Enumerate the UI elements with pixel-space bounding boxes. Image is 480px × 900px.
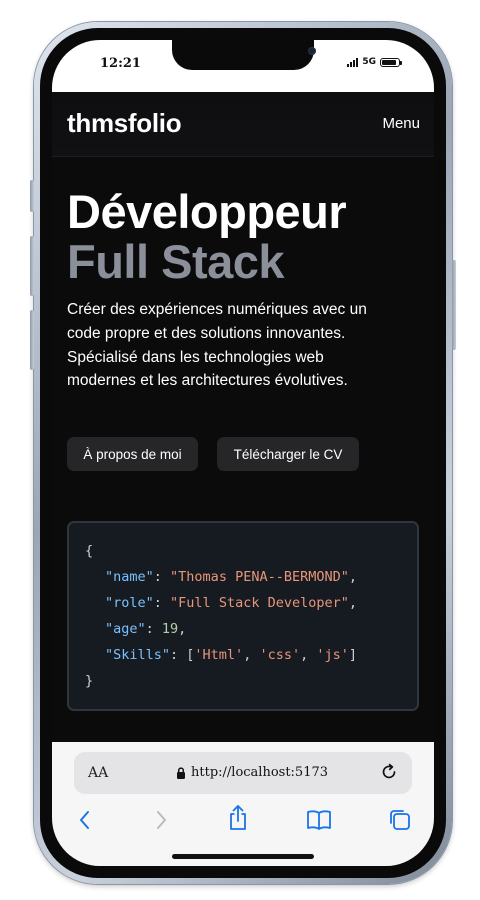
code-line-name: "name": "Thomas PENA--BERMOND", bbox=[105, 569, 357, 585]
code-line-age: "age": 19, bbox=[105, 621, 187, 637]
about-button[interactable]: À propos de moi bbox=[67, 437, 198, 471]
status-bar: 12:21 5G bbox=[52, 40, 434, 92]
hero-title-line1: Développeur bbox=[67, 185, 347, 238]
power-button bbox=[452, 260, 456, 350]
battery-icon bbox=[380, 57, 402, 67]
tabs-icon[interactable] bbox=[388, 808, 412, 837]
action-button bbox=[30, 180, 34, 212]
code-line-open: { bbox=[85, 543, 94, 559]
status-time: 12:21 bbox=[100, 56, 141, 71]
top-nav: thmsfolio Menu bbox=[52, 92, 434, 157]
reload-icon[interactable] bbox=[379, 762, 399, 787]
menu-button[interactable]: Menu bbox=[382, 115, 420, 132]
url-text: http://localhost:5173 bbox=[191, 765, 329, 780]
signal-icon bbox=[347, 57, 359, 67]
address-bar[interactable]: AA http://localhost:5173 bbox=[74, 752, 412, 794]
share-icon[interactable] bbox=[227, 804, 249, 837]
browser-toolbar bbox=[52, 804, 434, 842]
volume-down-button bbox=[30, 310, 34, 370]
dynamic-island bbox=[172, 40, 316, 70]
book-icon[interactable] bbox=[306, 808, 332, 837]
code-line-role: "role": "Full Stack Developer", bbox=[105, 595, 357, 611]
network-label: 5G bbox=[362, 57, 376, 67]
portfolio-page: thmsfolio Menu Développeur Full Stack Cr… bbox=[52, 92, 434, 742]
lock-icon bbox=[177, 766, 185, 779]
status-indicators: 5G bbox=[347, 57, 402, 67]
chevron-left-icon[interactable] bbox=[76, 808, 94, 837]
code-line-close: } bbox=[85, 673, 94, 689]
home-indicator[interactable] bbox=[172, 854, 314, 859]
code-card: { "name": "Thomas PENA--BERMOND", "role"… bbox=[67, 521, 419, 711]
chevron-right-icon[interactable] bbox=[152, 808, 170, 837]
browser-chrome: AA http://localhost:5173 bbox=[52, 742, 434, 866]
volume-up-button bbox=[30, 236, 34, 296]
download-cv-button[interactable]: Télécharger le CV bbox=[217, 437, 359, 471]
hero-title-line2: Full Stack bbox=[67, 235, 285, 288]
text-size-button[interactable]: AA bbox=[88, 765, 108, 781]
brand-logo[interactable]: thmsfolio bbox=[67, 108, 182, 139]
code-line-skills: "Skills": ['Html', 'css', 'js'] bbox=[105, 647, 358, 663]
front-camera bbox=[308, 47, 316, 55]
hero-description: Créer des expériences numériques avec un… bbox=[67, 301, 367, 390]
url-display[interactable]: http://localhost:5173 bbox=[176, 765, 328, 780]
phone-screen: 12:21 5G thmsfolio Menu Développeur Full… bbox=[52, 40, 434, 866]
